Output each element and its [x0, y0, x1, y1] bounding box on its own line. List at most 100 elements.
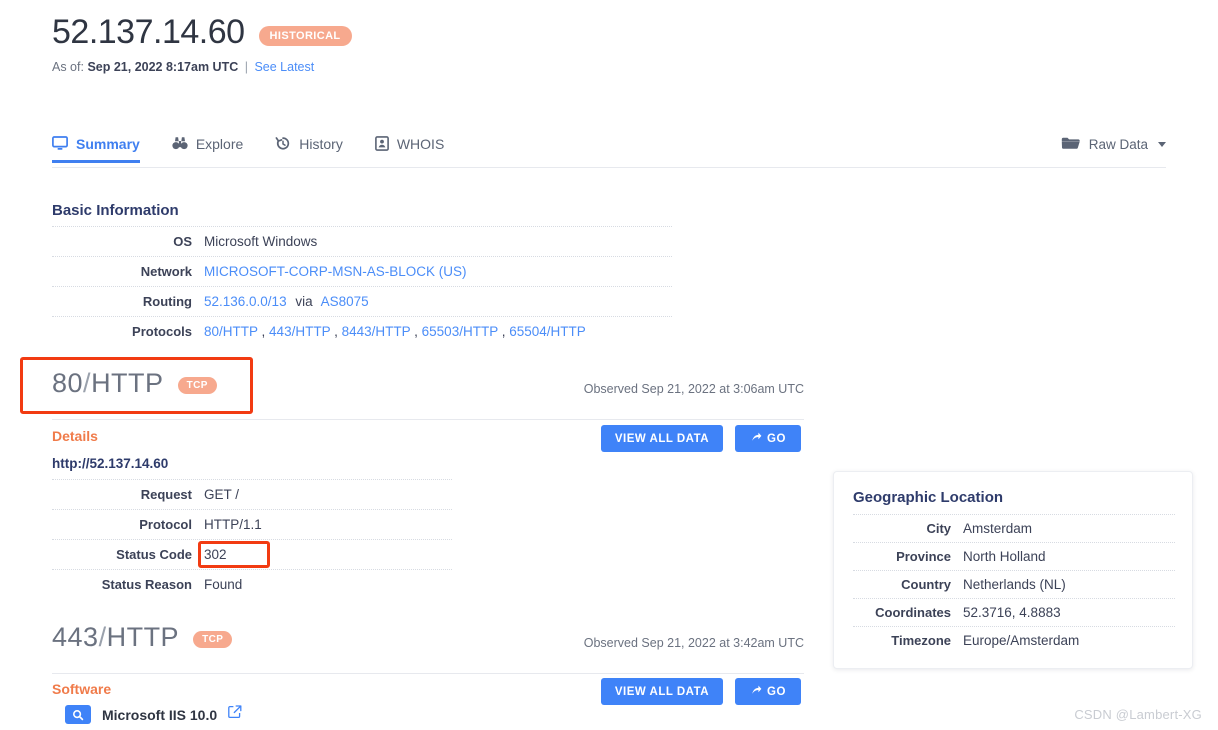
id-card-icon	[374, 136, 389, 151]
row-value: HTTP/1.1	[204, 517, 262, 532]
table-row: Protocols 80/HTTP , 443/HTTP , 8443/HTTP…	[52, 316, 672, 346]
tab-history[interactable]: History	[275, 136, 343, 163]
protocol-link[interactable]: 65504/HTTP	[509, 324, 586, 339]
basic-information-title: Basic Information	[52, 202, 179, 219]
row-key: Protocol	[139, 517, 192, 532]
as-of-separator: |	[244, 60, 248, 75]
view-all-data-button[interactable]: VIEW ALL DATA	[601, 678, 723, 705]
raw-data-menu[interactable]: Raw Data	[1061, 136, 1166, 162]
binoculars-icon	[172, 136, 188, 151]
geographic-location-title: Geographic Location	[853, 489, 1004, 506]
row-value: Europe/Amsterdam	[963, 633, 1080, 648]
go-button[interactable]: GO	[735, 425, 801, 452]
row-key: Routing	[142, 294, 192, 309]
go-button-label: GO	[767, 432, 786, 445]
chevron-down-icon	[1158, 142, 1166, 147]
row-value: GET /	[204, 487, 240, 502]
row-value: 302	[204, 547, 227, 562]
as-of-label: As of:	[52, 60, 84, 75]
port-443-transport-badge: TCP	[193, 631, 233, 648]
table-row: Request GET /	[52, 479, 452, 509]
tab-explore-label: Explore	[195, 135, 244, 152]
row-value: North Holland	[963, 549, 1046, 564]
table-row: Network MICROSOFT-CORP-MSN-AS-BLOCK (US)	[52, 256, 672, 286]
port-80-actions: VIEW ALL DATA GO	[601, 425, 801, 452]
port-443-protocol: HTTP	[106, 622, 180, 652]
row-value: Microsoft Windows	[204, 234, 318, 249]
tab-bar: Summary Explore History WHOIS Raw Data	[52, 136, 1166, 168]
row-key: Network	[140, 264, 192, 279]
table-row: OS Microsoft Windows	[52, 226, 672, 256]
software-name: Microsoft IIS 10.0	[102, 706, 218, 723]
row-key: OS	[173, 234, 192, 249]
external-link-icon[interactable]	[228, 705, 242, 724]
port-443-slash: /	[98, 622, 107, 652]
protocol-link[interactable]: 443/HTTP	[269, 324, 330, 339]
geographic-location-card: Geographic Location City Amsterdam Provi…	[833, 471, 1193, 669]
port-80-observed: Observed Sep 21, 2022 at 3:06am UTC	[583, 382, 804, 396]
tab-history-label: History	[299, 135, 343, 152]
row-value: Found	[204, 577, 243, 592]
software-list-item: Microsoft IIS 10.0	[65, 705, 242, 724]
as-of-value: Sep 21, 2022 8:17am UTC	[87, 60, 239, 75]
basic-information-table: OS Microsoft Windows Network MICROSOFT-C…	[52, 226, 672, 346]
routing-prefix-link[interactable]: 52.136.0.0/13	[204, 294, 287, 309]
port-80-header: 80/HTTP TCP Observed Sep 21, 2022 at 3:0…	[52, 368, 804, 420]
view-all-data-button[interactable]: VIEW ALL DATA	[601, 425, 723, 452]
port-80-protocol: HTTP	[91, 368, 164, 398]
port-80-details-title: Details	[52, 428, 98, 444]
port-80-slash: /	[83, 368, 92, 398]
row-key: Status Code	[116, 547, 192, 562]
folder-icon	[1061, 136, 1080, 153]
network-link[interactable]: MICROSOFT-CORP-MSN-AS-BLOCK (US)	[204, 264, 467, 279]
row-key: Country	[901, 577, 951, 592]
table-row: Status Reason Found	[52, 569, 452, 599]
row-key: Request	[140, 487, 192, 502]
table-row: Country Netherlands (NL)	[853, 570, 1175, 598]
routing-via-label: via	[295, 294, 313, 309]
table-row: Routing 52.136.0.0/13 via AS8075	[52, 286, 672, 316]
page-root: 52.137.14.60 HISTORICAL As of: Sep 21, 2…	[0, 0, 1218, 730]
tab-whois-label: WHOIS	[396, 135, 445, 152]
ip-title-line: 52.137.14.60 HISTORICAL	[52, 13, 352, 51]
port-80-number: 80	[52, 368, 84, 398]
tab-summary[interactable]: Summary	[52, 136, 140, 163]
row-key: City	[926, 521, 951, 536]
page-header: 52.137.14.60 HISTORICAL As of: Sep 21, 2…	[52, 13, 352, 74]
watermark: CSDN @Lambert-XG	[1074, 707, 1202, 722]
table-row: Coordinates 52.3716, 4.8883	[853, 598, 1175, 626]
port-80-details-table: Request GET / Protocol HTTP/1.1 Status C…	[52, 479, 452, 599]
port-80-url[interactable]: http://52.137.14.60	[52, 456, 168, 471]
row-key: Province	[896, 549, 951, 564]
protocol-link[interactable]: 65503/HTTP	[422, 324, 498, 339]
raw-data-label: Raw Data	[1088, 137, 1148, 152]
tab-explore[interactable]: Explore	[172, 136, 243, 163]
port-443-number: 443	[52, 622, 99, 652]
port-443-header: 443/HTTP TCP Observed Sep 21, 2022 at 3:…	[52, 622, 804, 674]
magnifier-icon[interactable]	[65, 705, 91, 724]
tab-summary-label: Summary	[76, 135, 140, 152]
as-of-line: As of: Sep 21, 2022 8:17am UTC | See Lat…	[52, 60, 352, 74]
geographic-location-table: City Amsterdam Province North Holland Co…	[853, 514, 1175, 654]
see-latest-link[interactable]: See Latest	[254, 60, 314, 74]
go-button[interactable]: GO	[735, 678, 801, 705]
table-row: Protocol HTTP/1.1	[52, 509, 452, 539]
port-443-actions: VIEW ALL DATA GO	[601, 678, 801, 705]
tab-whois[interactable]: WHOIS	[374, 135, 445, 163]
port-443-software-title: Software	[52, 681, 112, 697]
arrow-icon	[750, 684, 762, 699]
history-clock-icon	[275, 136, 291, 151]
protocol-link[interactable]: 80/HTTP	[204, 324, 258, 339]
table-row: Timezone Europe/Amsterdam	[853, 626, 1175, 654]
table-row: Status Code 302	[52, 539, 452, 569]
arrow-icon	[750, 431, 762, 446]
protocol-link[interactable]: 8443/HTTP	[342, 324, 411, 339]
monitor-icon	[52, 136, 68, 151]
page-title: 52.137.14.60	[52, 13, 245, 51]
status-badge: HISTORICAL	[258, 25, 352, 46]
routing-asn-link[interactable]: AS8075	[321, 294, 369, 309]
table-row: Province North Holland	[853, 542, 1175, 570]
go-button-label: GO	[767, 685, 786, 698]
table-row: City Amsterdam	[853, 514, 1175, 542]
row-key: Protocols	[132, 324, 192, 339]
